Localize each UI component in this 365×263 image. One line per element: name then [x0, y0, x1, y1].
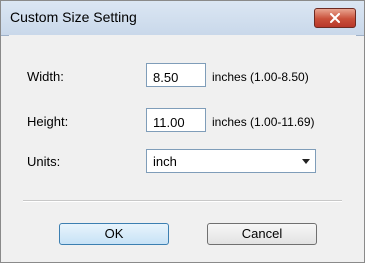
height-label: Height:: [27, 114, 69, 129]
ok-button[interactable]: OK: [59, 223, 169, 245]
units-select[interactable]: inch: [146, 149, 316, 173]
cancel-button[interactable]: Cancel: [207, 223, 317, 245]
close-button[interactable]: [314, 8, 356, 28]
custom-size-dialog: Custom Size Setting Width: inches (1.00-…: [0, 0, 365, 263]
height-input[interactable]: [146, 108, 206, 132]
width-input[interactable]: [146, 63, 206, 87]
width-label: Width:: [27, 69, 64, 84]
units-label: Units:: [27, 154, 61, 169]
divider: [23, 200, 342, 202]
units-selected-value: inch: [153, 154, 177, 169]
chevron-down-icon: [302, 159, 310, 164]
height-range: inches (1.00-11.69): [212, 115, 315, 129]
title-bar: Custom Size Setting: [1, 1, 364, 36]
close-icon: [330, 13, 340, 23]
width-range: inches (1.00-8.50): [212, 70, 309, 84]
dialog-title: Custom Size Setting: [10, 9, 137, 25]
dialog-body: Width: inches (1.00-8.50) Height: inches…: [9, 35, 356, 254]
